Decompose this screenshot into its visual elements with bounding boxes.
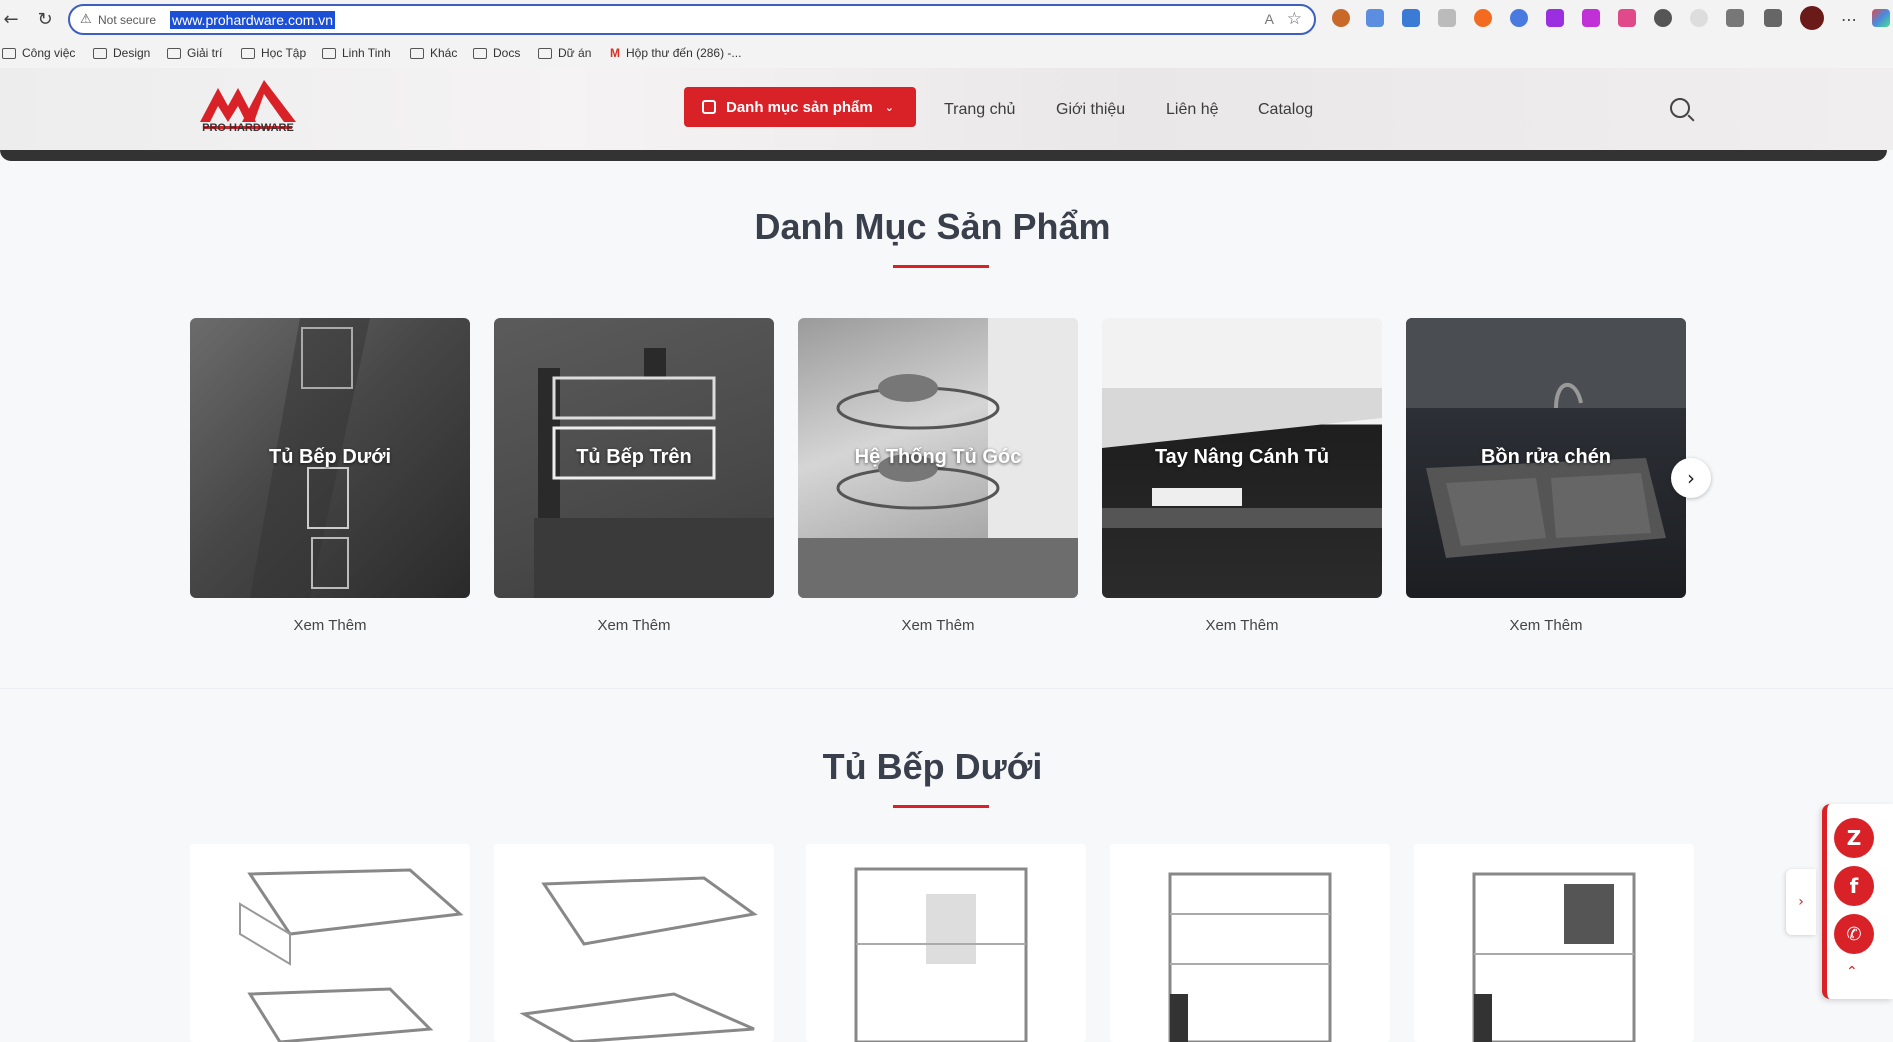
category-label: Tủ Bếp Dưới (268, 446, 392, 468)
chevron-right-icon: › (1687, 466, 1695, 490)
category-menu-button[interactable]: Danh mục sản phẩm ⌄ (684, 87, 916, 127)
carousel-next-button[interactable]: › (1671, 458, 1711, 498)
bookmark-folder[interactable]: Công việc (2, 46, 75, 60)
see-more-link[interactable]: Xem Thêm (1102, 617, 1382, 634)
product-card[interactable] (190, 844, 470, 1042)
favorite-star-icon[interactable]: ☆ (1287, 9, 1302, 29)
bookmark-folder[interactable]: Linh Tinh (322, 46, 391, 60)
bookmark-folder[interactable]: Học Tập (241, 46, 306, 60)
extension-compass-icon[interactable] (1690, 9, 1708, 27)
scroll-top-icon[interactable]: ⌃ (1846, 964, 1858, 980)
read-aloud-icon[interactable]: A (1265, 11, 1274, 27)
extension-translate-icon[interactable] (1366, 9, 1384, 27)
facebook-button[interactable]: f (1834, 866, 1874, 906)
phone-button[interactable]: ✆ (1834, 914, 1874, 954)
media-control-icon[interactable] (1764, 9, 1782, 27)
extension-dark-icon[interactable] (1654, 9, 1672, 27)
extension-blue-icon[interactable] (1510, 9, 1528, 27)
product-image (1168, 872, 1332, 1042)
folder-icon (241, 47, 255, 59)
category-label: Bồn rửa chén (1480, 446, 1612, 468)
product-image (239, 868, 464, 1042)
nav-home[interactable]: Trang chủ (944, 101, 1015, 119)
extension-arrow-icon[interactable] (1582, 9, 1600, 27)
product-image (519, 876, 758, 1042)
folder-icon (322, 47, 336, 59)
side-toggle-tab[interactable]: › (1786, 869, 1816, 935)
title-underline (893, 265, 989, 268)
bookmark-folder[interactable]: Dữ án (538, 46, 591, 60)
see-more-link[interactable]: Xem Thêm (494, 617, 774, 634)
folder-icon (167, 47, 181, 59)
warning-icon: ⚠ (80, 12, 92, 27)
category-card-tu-bep-tren[interactable]: Tủ Bếp Trên (494, 318, 774, 598)
category-label: Tủ Bếp Trên (576, 446, 692, 468)
product-card[interactable] (1110, 844, 1390, 1042)
see-more-link[interactable]: Xem Thêm (798, 617, 1078, 634)
bookmark-folder[interactable]: Khác (410, 46, 457, 60)
folder-icon (2, 47, 16, 59)
category-label: Tay Nâng Cánh Tủ (1154, 446, 1330, 468)
product-card[interactable] (1414, 844, 1694, 1042)
nav-catalog[interactable]: Catalog (1258, 101, 1313, 119)
folder-icon (410, 47, 424, 59)
gmail-icon: M (610, 46, 620, 60)
copilot-icon[interactable] (1872, 9, 1890, 27)
folder-icon (93, 47, 107, 59)
see-more-link[interactable]: Xem Thêm (190, 617, 470, 634)
folder-icon (473, 47, 487, 59)
extension-camera-icon[interactable] (1438, 9, 1456, 27)
zalo-button[interactable]: Z (1834, 818, 1874, 858)
bookmark-folder[interactable]: Giải trí (167, 46, 222, 60)
category-label: Hệ Thống Tủ Góc (854, 446, 1022, 468)
not-secure-label: Not secure (98, 13, 157, 27)
shopping-bag-icon (702, 100, 716, 114)
extension-cookie-icon[interactable] (1332, 9, 1350, 27)
category-card-he-thong-tu-goc[interactable]: Hệ Thống Tủ Góc (798, 318, 1078, 598)
bookmark-folder[interactable]: Docs (473, 46, 520, 60)
product-image (854, 867, 1028, 1042)
section-title-tu-bep-duoi: Tủ Bếp Dưới (822, 746, 1043, 787)
product-card[interactable] (806, 844, 1086, 1042)
extension-play-icon[interactable] (1546, 9, 1564, 27)
bookmark-folder[interactable]: Design (93, 46, 150, 60)
nav-contact[interactable]: Liên hệ (1166, 101, 1219, 119)
extension-pink-icon[interactable] (1618, 9, 1636, 27)
category-card-tu-bep-duoi[interactable]: Tủ Bếp Dưới (190, 318, 470, 598)
folder-icon (538, 47, 552, 59)
section-title-categories: Danh Mục Sản Phẩm (754, 206, 1111, 247)
url-text[interactable]: www.prohardware.com.vn (170, 11, 336, 29)
logo-text: PRO HARDWARE (202, 122, 294, 134)
category-card-bon-rua-chen[interactable]: Bồn rửa chén (1406, 318, 1686, 598)
extension-download-icon[interactable] (1402, 9, 1420, 27)
section-divider (0, 688, 1893, 689)
title-underline (893, 805, 989, 808)
back-icon[interactable]: ← (0, 8, 22, 30)
product-image (1472, 872, 1636, 1042)
reload-icon[interactable]: ↻ (34, 8, 56, 30)
chevron-right-icon: › (1798, 894, 1804, 910)
see-more-link[interactable]: Xem Thêm (1406, 617, 1686, 634)
product-card[interactable] (494, 844, 774, 1042)
more-menu-icon[interactable]: ⋯ (1838, 8, 1860, 30)
hero-strip (0, 150, 1887, 161)
search-icon[interactable] (1670, 98, 1690, 118)
nav-about[interactable]: Giới thiệu (1056, 101, 1125, 119)
profile-avatar[interactable] (1800, 6, 1824, 30)
address-bar[interactable]: ⚠ Not secure www.prohardware.com.vn A ☆ (68, 4, 1316, 35)
extension-orange-icon[interactable] (1474, 9, 1492, 27)
bookmark-gmail[interactable]: M Hộp thư đến (286) -... (610, 46, 741, 60)
bookmarks-bar: Công việc Design Giải trí Học Tập Linh T… (0, 38, 1893, 68)
browser-toolbar: ← ↻ ⚠ Not secure www.prohardware.com.vn … (0, 0, 1893, 38)
extensions-puzzle-icon[interactable] (1726, 9, 1744, 27)
chevron-down-icon: ⌄ (884, 100, 894, 114)
category-card-tay-nang-canh-tu[interactable]: Tay Nâng Cánh Tủ (1102, 318, 1382, 598)
